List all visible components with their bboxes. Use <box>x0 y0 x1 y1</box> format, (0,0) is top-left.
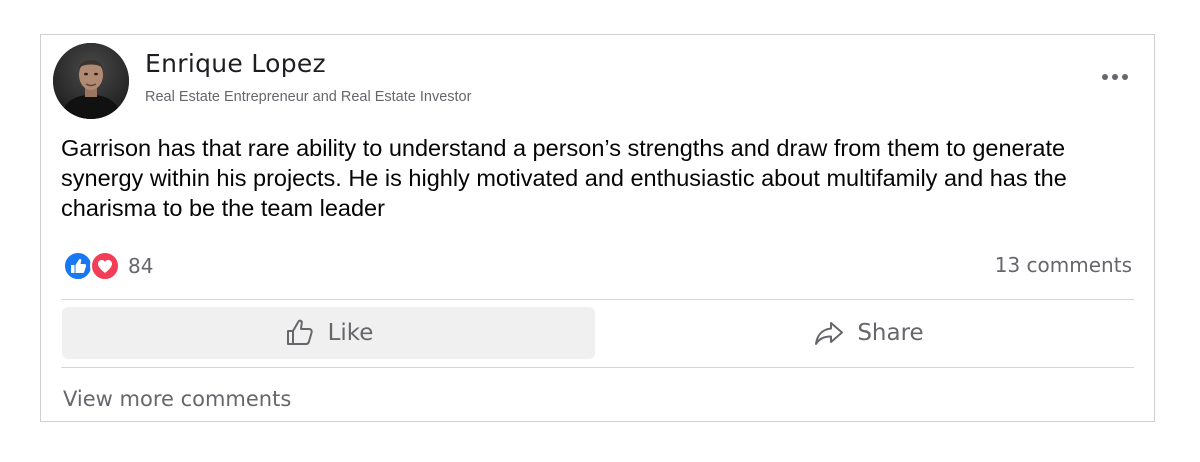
ellipsis-icon <box>1102 74 1128 80</box>
divider <box>61 299 1134 300</box>
share-button[interactable]: Share <box>602 307 1135 359</box>
more-options-button[interactable] <box>1098 65 1132 89</box>
author-subtitle: Real Estate Entrepreneur and Real Estate… <box>145 89 472 105</box>
share-label: Share <box>857 320 924 346</box>
author-name[interactable]: Enrique Lopez <box>145 49 326 78</box>
post-text: Garrison has that rare ability to unders… <box>61 135 1067 221</box>
reactions-summary[interactable]: 84 <box>63 250 153 282</box>
love-reaction-icon <box>90 251 120 281</box>
thumbs-up-icon <box>286 319 313 345</box>
share-arrow-icon <box>815 322 844 345</box>
reaction-count: 84 <box>128 254 154 278</box>
author-avatar[interactable] <box>53 43 129 119</box>
post-card: Enrique Lopez Real Estate Entrepreneur a… <box>40 34 1155 422</box>
profile-photo-icon <box>53 43 129 119</box>
like-reaction-icon <box>63 251 93 281</box>
divider <box>61 367 1134 368</box>
like-button[interactable]: Like <box>62 307 595 359</box>
comments-count-link[interactable]: 13 comments <box>995 253 1132 277</box>
like-label: Like <box>327 320 374 346</box>
view-more-comments-link[interactable]: View more comments <box>63 387 291 411</box>
